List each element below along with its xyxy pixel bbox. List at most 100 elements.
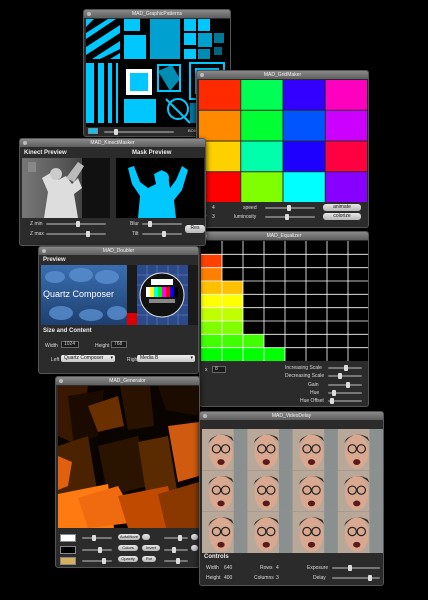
- equalizer-title: MAD_Equalizer: [266, 233, 302, 239]
- width-field[interactable]: 1024: [61, 341, 79, 348]
- kinect-masker-window: MAD_KinectMasker Kinect Preview Mask Pre…: [19, 138, 206, 246]
- x-value[interactable]: 4: [212, 205, 215, 211]
- y-value[interactable]: 3: [212, 214, 215, 220]
- close-icon[interactable]: [59, 379, 63, 383]
- video-delay-title: MAD_VideoDelay: [271, 413, 312, 419]
- video-delay-preview: [202, 429, 383, 553]
- generator-titlebar[interactable]: MAD_Generator: [56, 377, 199, 385]
- hue-slider[interactable]: [328, 390, 362, 396]
- hue-label: Hue: [310, 390, 320, 396]
- video-tile: [202, 470, 248, 512]
- color-swatch-black[interactable]: [60, 546, 76, 554]
- hue-offset-slider[interactable]: [328, 398, 362, 404]
- height-field[interactable]: 768: [111, 341, 127, 348]
- equalizer-bar-cell: [201, 254, 222, 268]
- close-icon[interactable]: [203, 414, 207, 418]
- reset-button[interactable]: Res: [185, 225, 205, 233]
- blur-slider[interactable]: [142, 221, 182, 227]
- right-source-select[interactable]: Media B: [137, 355, 195, 362]
- grid-cell: [325, 110, 367, 141]
- video-delay-titlebar[interactable]: MAD_VideoDelay: [200, 412, 383, 420]
- equalizer-window: MAD_Equalizer x 8 Increasing Scale Decre…: [199, 231, 369, 407]
- video-tile: [292, 511, 338, 553]
- generator-slider-4[interactable]: [164, 535, 188, 541]
- generator-slider-3[interactable]: [82, 558, 112, 564]
- decreasing-scale-label: Decreasing Scale: [285, 373, 325, 379]
- decreasing-scale-slider[interactable]: [328, 373, 362, 379]
- equalizer-bar-cell: [222, 321, 243, 335]
- columns-value[interactable]: 3: [276, 575, 279, 581]
- equalizer-bar-cell: [264, 347, 285, 361]
- equalizer-bar-cell: [222, 347, 243, 361]
- automove-button[interactable]: AutoMove: [118, 534, 140, 540]
- generator-window: MAD_Generator AutoMove Colors Invert Opa…: [55, 376, 200, 568]
- kinect-masker-titlebar[interactable]: MAD_KinectMasker: [20, 139, 205, 147]
- zmax-label: Z max: [30, 231, 44, 237]
- color-swatch[interactable]: [88, 128, 98, 134]
- grid-cell: [199, 80, 241, 110]
- generator-toggle-2[interactable]: [191, 545, 198, 551]
- invert-button[interactable]: Invert: [142, 545, 160, 551]
- animate-button[interactable]: animate: [323, 204, 361, 211]
- video-tile: [337, 470, 383, 512]
- height-value[interactable]: 400: [224, 575, 232, 581]
- exposure-slider[interactable]: [332, 565, 380, 571]
- grid-cell: [283, 110, 325, 141]
- x-field[interactable]: 8: [212, 366, 226, 373]
- color-swatch-gold[interactable]: [60, 557, 76, 565]
- grid-maker-titlebar[interactable]: MAD_GridMaker: [197, 71, 368, 79]
- equalizer-bar-cell: [201, 294, 222, 308]
- automove-toggle[interactable]: [142, 534, 150, 540]
- rot-button[interactable]: Rot: [142, 556, 156, 562]
- width-label: Width: [206, 565, 219, 571]
- colors-button[interactable]: Colors: [118, 545, 138, 551]
- kinect-preview-image: [22, 158, 110, 218]
- graphic-patterns-titlebar[interactable]: MAD_GraphicPatterns: [84, 10, 230, 18]
- tilt-slider[interactable]: [142, 231, 182, 237]
- gain-slider[interactable]: [328, 382, 362, 388]
- zmax-slider[interactable]: [46, 231, 106, 237]
- rows-value[interactable]: 4: [276, 565, 279, 571]
- generator-title: MAD_Generator: [109, 378, 146, 384]
- generator-slider-2[interactable]: [82, 547, 112, 553]
- close-icon[interactable]: [23, 141, 27, 145]
- preview-label: Preview: [43, 257, 66, 263]
- close-icon[interactable]: [200, 73, 204, 77]
- zmin-slider[interactable]: [46, 221, 106, 227]
- doubler-titlebar[interactable]: MAD_Doubler: [39, 247, 198, 255]
- speed-slider[interactable]: [265, 205, 315, 211]
- mask-preview-label: Mask Preview: [132, 150, 172, 156]
- opacity-button[interactable]: Opacity: [118, 556, 138, 562]
- equalizer-bar-cell: [201, 321, 222, 335]
- pattern-slider[interactable]: [104, 129, 174, 135]
- generator-slider-1[interactable]: [82, 535, 112, 541]
- video-tile: [247, 429, 293, 471]
- kinect-masker-title: MAD_KinectMasker: [90, 140, 135, 146]
- video-tile: [202, 511, 248, 553]
- doubler-title: MAD_Doubler: [102, 248, 135, 254]
- equalizer-preview: [201, 241, 368, 361]
- generator-toggle-1[interactable]: [191, 534, 198, 540]
- equalizer-bar-cell: [222, 281, 243, 295]
- equalizer-titlebar[interactable]: MAD_Equalizer: [200, 232, 368, 240]
- columns-label: Columns: [254, 575, 274, 581]
- close-icon[interactable]: [87, 12, 91, 16]
- luminosity-slider[interactable]: [265, 214, 315, 220]
- gain-label: Gain: [308, 382, 319, 388]
- kinect-preview-label: Kinect Preview: [24, 150, 67, 156]
- size-content-label: Size and Content: [43, 328, 92, 334]
- generator-slider-5[interactable]: [164, 547, 188, 553]
- left-source-select[interactable]: Quartz Composer: [61, 355, 115, 362]
- grid-cell: [283, 172, 325, 202]
- equalizer-bar-cell: [222, 307, 243, 321]
- video-tile: [292, 429, 338, 471]
- width-value[interactable]: 640: [224, 565, 232, 571]
- generator-slider-6[interactable]: [164, 558, 188, 564]
- increasing-scale-slider[interactable]: [328, 365, 362, 371]
- color-swatch-white[interactable]: [60, 534, 76, 542]
- close-icon[interactable]: [42, 249, 46, 253]
- left-label: Left: [51, 357, 60, 363]
- grid-cell: [199, 110, 241, 141]
- colorize-button[interactable]: colorize: [323, 213, 361, 220]
- delay-slider[interactable]: [332, 575, 380, 581]
